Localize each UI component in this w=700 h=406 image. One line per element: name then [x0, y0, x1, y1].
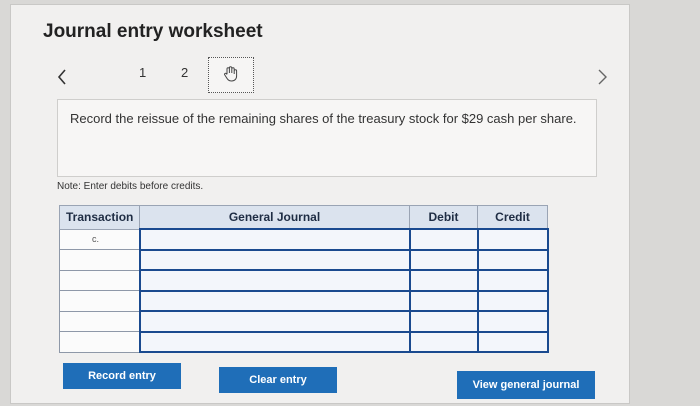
note-text: Note: Enter debits before credits. — [57, 181, 204, 192]
header-transaction: Transaction — [59, 205, 140, 230]
transaction-cell — [59, 310, 140, 332]
transaction-cell — [59, 290, 140, 312]
step-2-tab[interactable]: 2 — [181, 65, 188, 80]
debit-input[interactable] — [408, 248, 479, 271]
step-current-tab[interactable] — [208, 57, 254, 93]
credit-input[interactable] — [476, 228, 549, 251]
instruction-text: Record the reissue of the remaining shar… — [70, 111, 577, 126]
account-input[interactable] — [138, 289, 411, 312]
credit-input[interactable] — [476, 248, 549, 271]
view-general-journal-button[interactable]: View general journal — [457, 371, 595, 399]
instruction-box: Record the reissue of the remaining shar… — [57, 99, 597, 177]
header-debit: Debit — [409, 205, 478, 230]
transaction-cell: c. — [59, 228, 140, 250]
table-row — [59, 330, 549, 353]
debit-input[interactable] — [408, 330, 479, 353]
journal-table: Transaction General Journal Debit Credit… — [59, 205, 549, 353]
account-input[interactable] — [138, 248, 411, 271]
debit-input[interactable] — [408, 310, 479, 333]
step-1-tab[interactable]: 1 — [139, 65, 146, 80]
account-input[interactable] — [138, 269, 411, 292]
credit-input[interactable] — [476, 310, 549, 333]
hand-pointer-icon — [222, 65, 240, 86]
debit-input[interactable] — [408, 269, 479, 292]
table-header-row: Transaction General Journal Debit Credit — [59, 205, 548, 230]
credit-input[interactable] — [476, 269, 549, 292]
worksheet-panel: Journal entry worksheet 1 2 Record the r… — [10, 4, 630, 404]
table-row: c. — [59, 228, 549, 251]
debit-input[interactable] — [408, 289, 479, 312]
credit-input[interactable] — [476, 289, 549, 312]
table-row — [59, 269, 549, 292]
chevron-right-icon[interactable] — [597, 67, 609, 87]
debit-input[interactable] — [408, 228, 479, 251]
table-row — [59, 248, 549, 271]
page-title: Journal entry worksheet — [43, 21, 263, 42]
record-entry-button[interactable]: Record entry — [63, 363, 181, 389]
transaction-cell — [59, 331, 140, 353]
header-credit: Credit — [477, 205, 548, 230]
transaction-cell — [59, 249, 140, 271]
account-input[interactable] — [138, 228, 411, 251]
credit-input[interactable] — [476, 330, 549, 353]
table-row — [59, 310, 549, 333]
header-general-journal: General Journal — [139, 205, 410, 230]
transaction-cell — [59, 269, 140, 291]
account-input[interactable] — [138, 330, 411, 353]
table-row — [59, 289, 549, 312]
chevron-left-icon[interactable] — [57, 67, 67, 87]
clear-entry-button[interactable]: Clear entry — [219, 367, 337, 393]
account-input[interactable] — [138, 310, 411, 333]
